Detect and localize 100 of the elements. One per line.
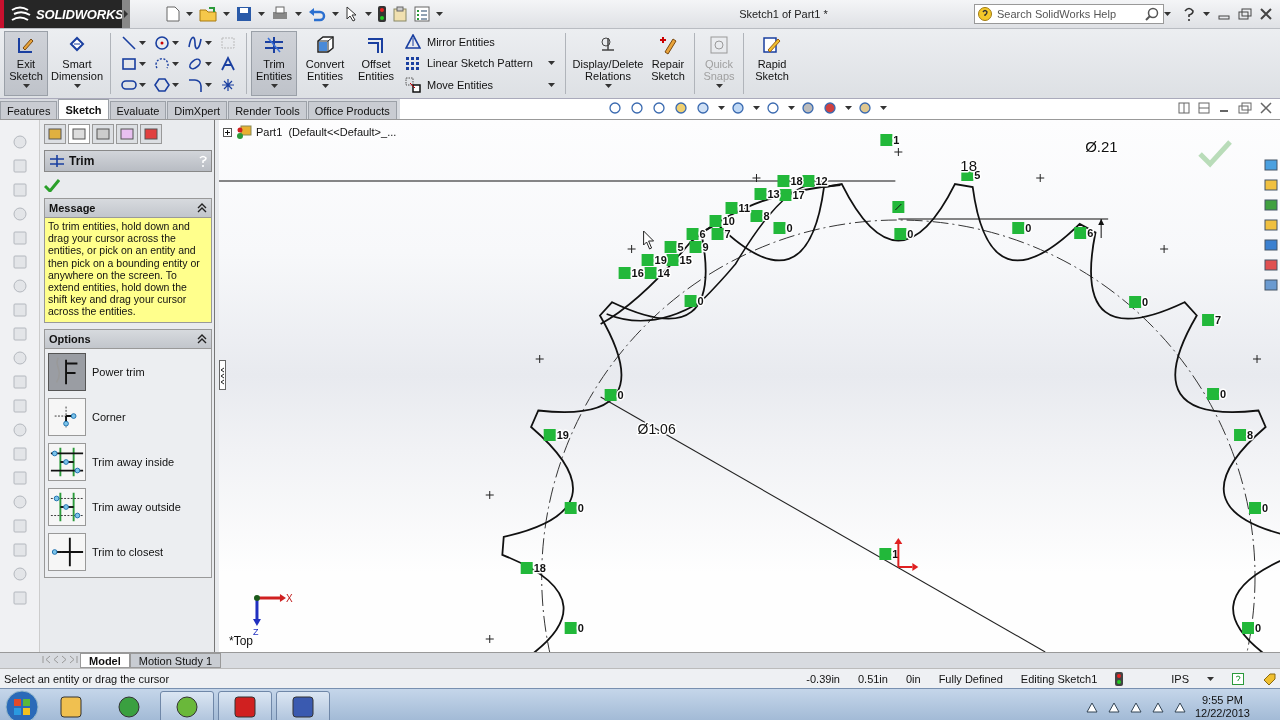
undo-icon[interactable] xyxy=(308,6,326,22)
caret-icon[interactable] xyxy=(172,83,179,87)
caret-icon[interactable] xyxy=(1164,12,1171,16)
caret-icon[interactable] xyxy=(22,84,30,88)
option-item[interactable]: Trim to closest xyxy=(48,532,208,571)
save-icon[interactable] xyxy=(236,6,252,22)
ok-check-icon[interactable] xyxy=(44,178,60,192)
collapse-icon[interactable] xyxy=(197,333,207,344)
group-header[interactable]: Options xyxy=(44,328,212,349)
ellipse-icon[interactable] xyxy=(187,56,203,72)
caret-icon[interactable] xyxy=(880,106,887,110)
tab[interactable]: Sketch xyxy=(58,99,109,119)
ribbon-menu-item[interactable]: Move Entities xyxy=(405,77,555,94)
restore-icon[interactable] xyxy=(1238,8,1252,20)
ribbon-button[interactable]: Offset Entities xyxy=(353,31,399,96)
chevron-up-icon[interactable] xyxy=(1084,700,1099,714)
caret-icon[interactable] xyxy=(139,83,146,87)
option-item[interactable]: Corner xyxy=(48,397,208,436)
tag-icon[interactable] xyxy=(1262,671,1276,686)
units-selector[interactable]: IPS xyxy=(1171,672,1189,685)
caret-icon[interactable] xyxy=(205,41,212,45)
pointer-icon[interactable] xyxy=(345,6,359,22)
caret-icon[interactable] xyxy=(1207,676,1214,681)
tab[interactable]: Model xyxy=(80,653,130,668)
printer-icon[interactable] xyxy=(271,6,289,22)
clipboard-icon[interactable] xyxy=(392,6,408,22)
ribbon-button[interactable]: Convert Entities xyxy=(297,31,353,96)
caret-icon[interactable] xyxy=(295,12,302,16)
caret-icon[interactable] xyxy=(718,106,725,110)
caret-icon[interactable] xyxy=(548,83,555,88)
circle-icon[interactable] xyxy=(154,35,170,51)
ribbon-button[interactable]: Display/Delete Relations xyxy=(570,31,646,96)
collapse-handle-icon[interactable] xyxy=(219,360,226,390)
collapse-icon[interactable] xyxy=(197,203,207,213)
split-view-icon[interactable] xyxy=(1178,102,1190,114)
tree-item[interactable]: Part1 (Default<<Default>_... xyxy=(256,126,397,138)
option-item[interactable]: Trim away outside xyxy=(48,487,208,526)
clock[interactable]: 9:55 PM 12/22/2013 xyxy=(1194,694,1250,720)
tab[interactable]: Evaluate xyxy=(109,101,167,119)
caret-icon[interactable] xyxy=(205,62,212,66)
caret-icon[interactable] xyxy=(172,62,179,66)
ribbon-button[interactable]: Trim Entities xyxy=(251,31,297,96)
tab[interactable]: DimXpert xyxy=(167,101,228,119)
app-logo[interactable]: SOLIDWORKS xyxy=(0,0,122,28)
search-icon[interactable] xyxy=(1145,7,1159,21)
dimension-label[interactable]: Ø.21 xyxy=(1085,138,1118,155)
tab[interactable]: Motion Study 1 xyxy=(129,653,222,668)
taskbar-button[interactable] xyxy=(160,691,214,720)
split-view-icon[interactable] xyxy=(1198,102,1210,114)
sketch-text-icon[interactable] xyxy=(220,56,236,72)
option-item[interactable]: Power trim xyxy=(48,352,208,391)
point-icon[interactable] xyxy=(220,77,236,93)
caret-icon[interactable] xyxy=(436,12,443,16)
caret-icon[interactable] xyxy=(139,41,146,45)
caret-icon[interactable] xyxy=(186,12,193,16)
help-icon[interactable] xyxy=(1183,7,1195,21)
fillet-icon[interactable] xyxy=(187,77,203,93)
traffic-light-icon[interactable] xyxy=(378,6,386,22)
checklist-icon[interactable] xyxy=(414,6,430,22)
expand-icon[interactable] xyxy=(223,127,232,137)
confirm-check-icon[interactable] xyxy=(1198,140,1232,168)
spline-icon[interactable] xyxy=(187,35,203,51)
tab[interactable]: Office Products xyxy=(307,101,397,119)
line-icon[interactable] xyxy=(121,35,137,51)
ribbon-button[interactable]: Repair Sketch xyxy=(646,31,690,96)
caret-icon[interactable] xyxy=(139,62,146,66)
restore-icon[interactable] xyxy=(1238,102,1252,114)
taskbar-button[interactable] xyxy=(276,691,330,720)
caret-icon[interactable] xyxy=(788,106,795,110)
ribbon-menu-item[interactable]: Mirror Entities xyxy=(405,33,555,50)
caret-icon[interactable] xyxy=(332,12,339,16)
caret-icon[interactable] xyxy=(1203,12,1210,16)
tab[interactable]: Features xyxy=(0,101,58,119)
new-document-icon[interactable] xyxy=(166,6,180,22)
caret-icon[interactable] xyxy=(258,12,265,16)
tab[interactable]: Render Tools xyxy=(228,101,307,119)
ribbon-button[interactable]: Smart Dimension xyxy=(48,31,106,96)
polygon-icon[interactable] xyxy=(154,77,170,93)
search-field[interactable]: Search SolidWorks Help xyxy=(974,4,1164,24)
ribbon-menu-item[interactable]: Linear Sketch Pattern xyxy=(405,55,555,72)
ribbon-button[interactable]: Rapid Sketch xyxy=(748,31,796,96)
caret-icon[interactable] xyxy=(321,84,329,88)
close-icon[interactable] xyxy=(1260,102,1272,114)
caret-icon[interactable] xyxy=(845,106,852,110)
caret-icon[interactable] xyxy=(172,41,179,45)
start-icon[interactable] xyxy=(4,690,40,720)
panel-tab[interactable] xyxy=(140,124,162,144)
caret-icon[interactable] xyxy=(205,83,212,87)
taskbar-button[interactable] xyxy=(218,691,272,720)
caret-icon[interactable] xyxy=(604,84,612,88)
rectangle-icon[interactable] xyxy=(121,56,137,72)
slot-icon[interactable] xyxy=(121,77,137,93)
close-icon[interactable] xyxy=(1260,8,1272,20)
caret-icon[interactable] xyxy=(73,84,81,88)
caret-icon[interactable] xyxy=(753,106,760,110)
caret-icon[interactable] xyxy=(548,61,555,66)
caret-icon[interactable] xyxy=(223,12,230,16)
panel-tab[interactable] xyxy=(68,124,90,144)
group-header[interactable]: Message xyxy=(44,198,212,218)
caret-icon[interactable] xyxy=(365,12,372,16)
